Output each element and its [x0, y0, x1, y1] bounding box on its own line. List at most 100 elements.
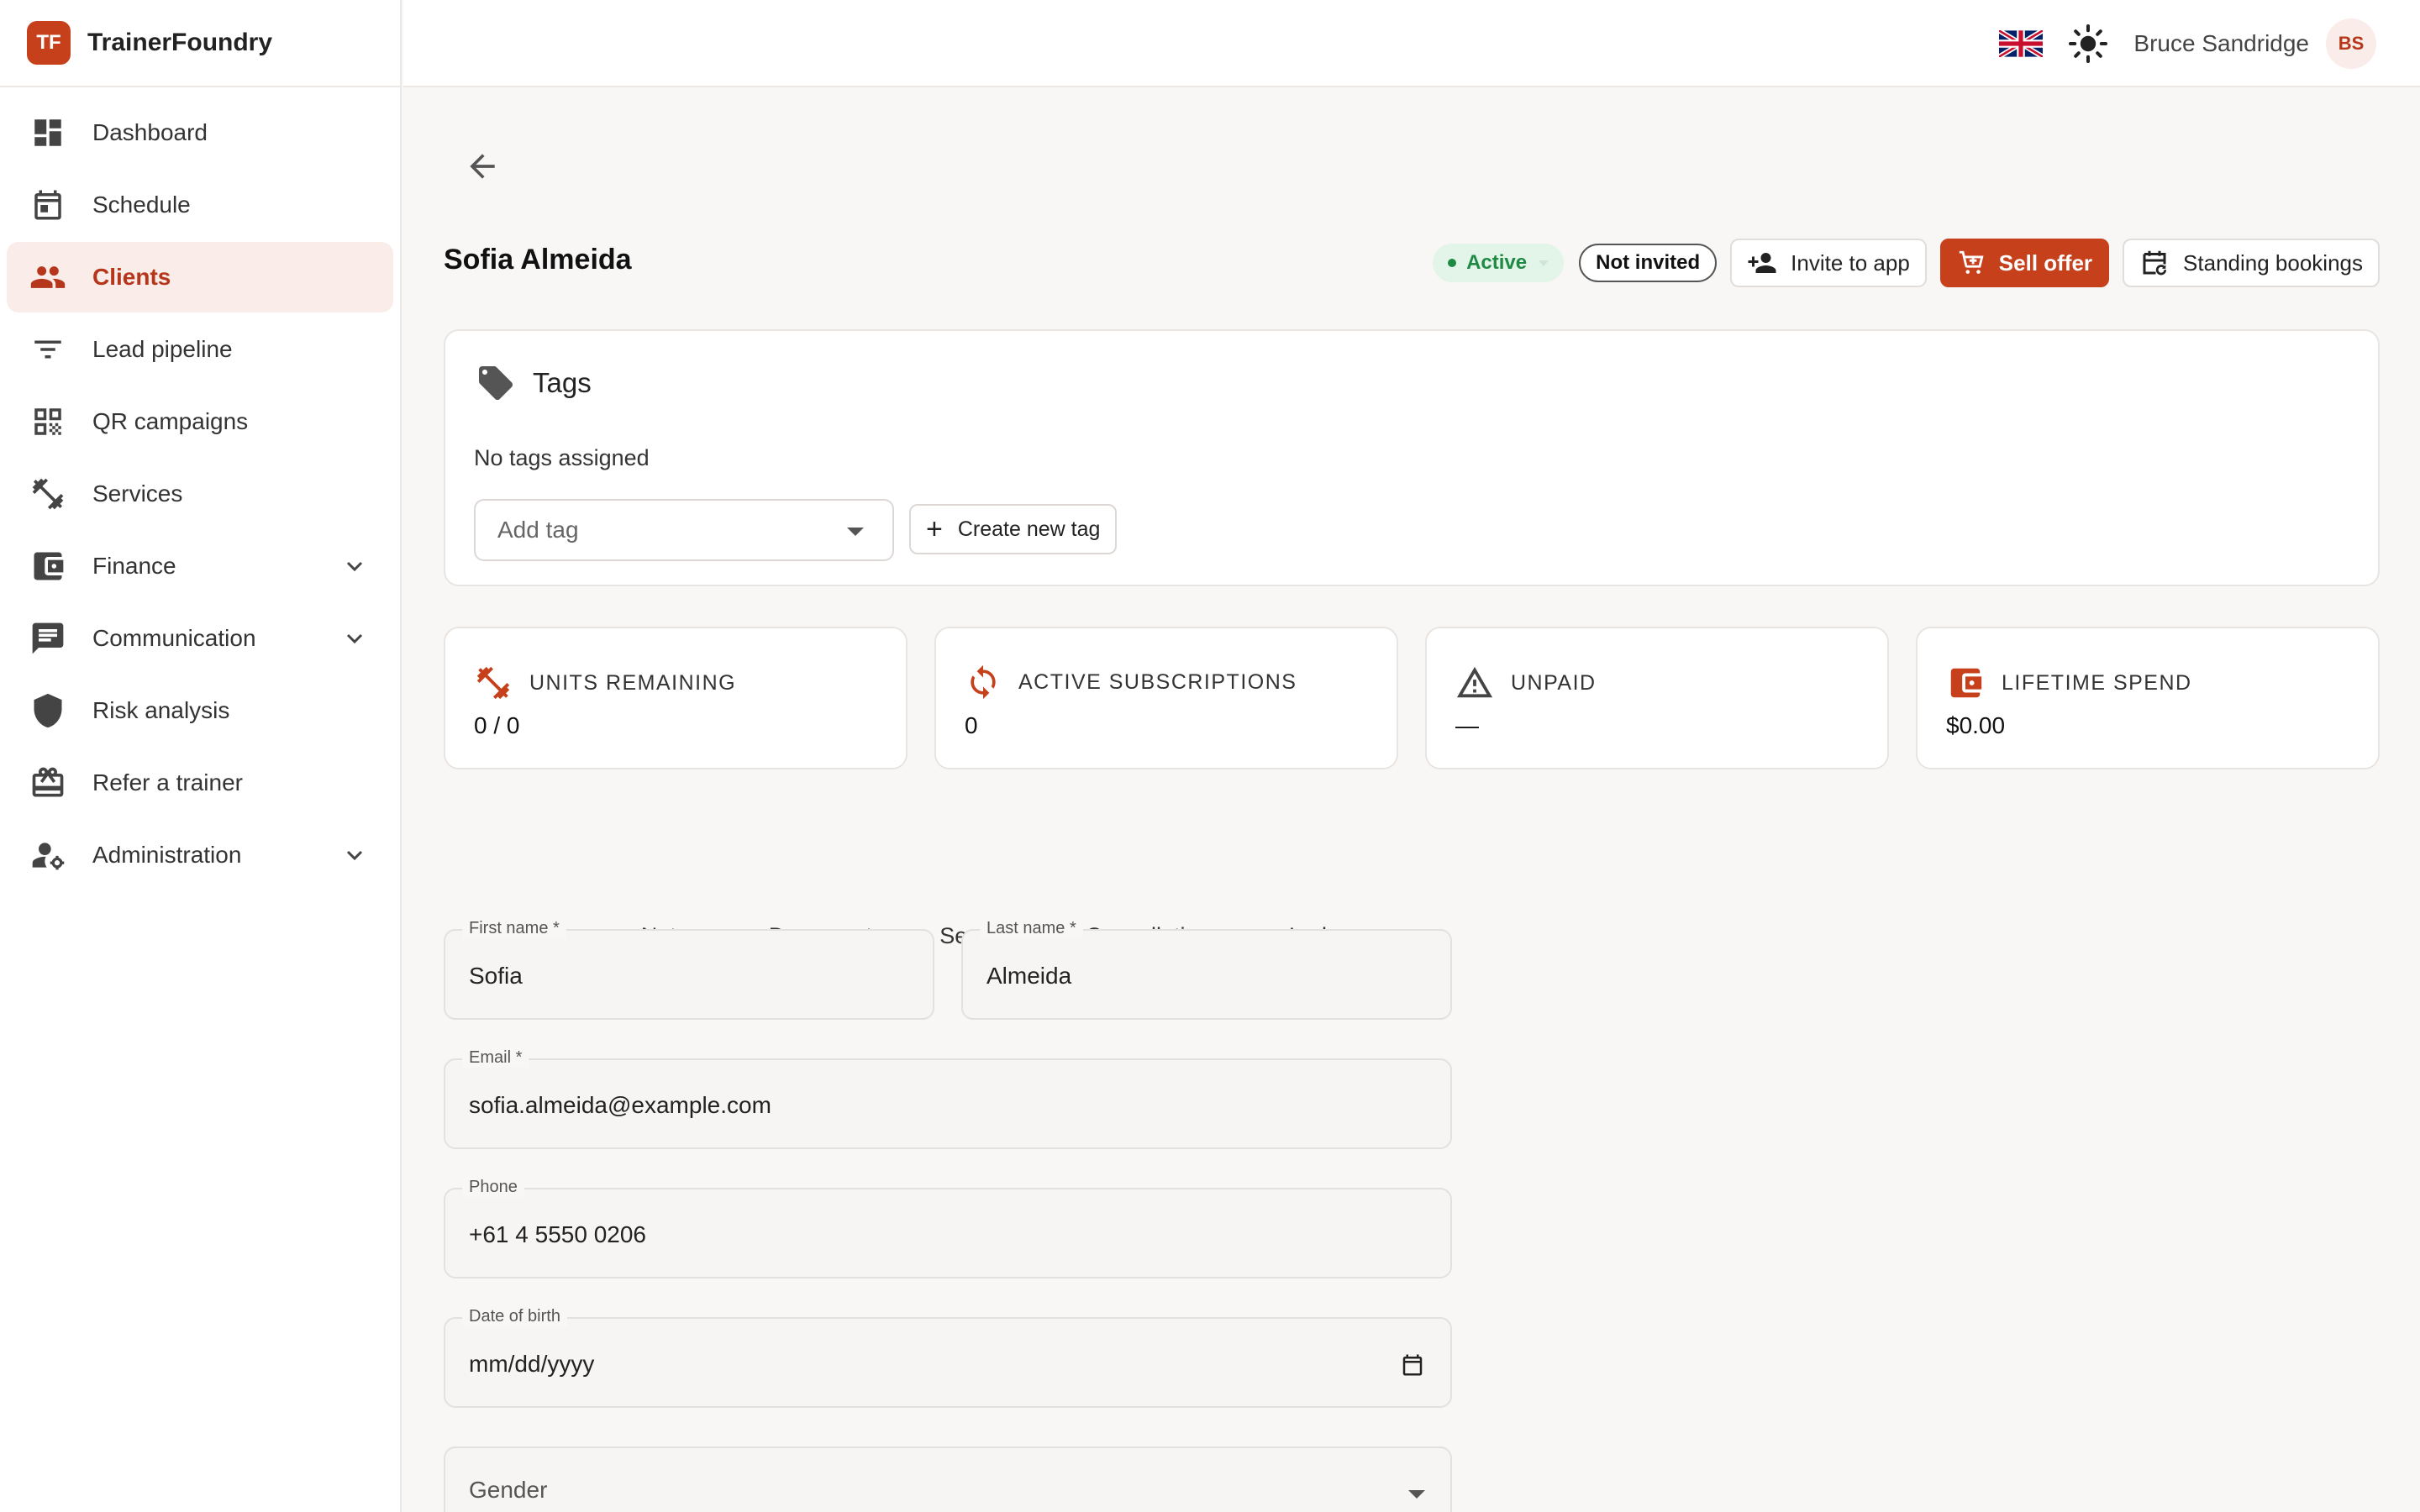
- standing-bookings-label: Standing bookings: [2183, 249, 2363, 276]
- sidebar-item-communication[interactable]: Communication: [7, 603, 393, 674]
- sidebar-item-lead-pipeline[interactable]: Lead pipeline: [7, 314, 393, 385]
- stat-label: UNITS REMAINING: [529, 670, 737, 695]
- sidebar-item-dashboard[interactable]: Dashboard: [7, 97, 393, 168]
- sidebar-item-risk-analysis[interactable]: Risk analysis: [7, 675, 393, 746]
- phone-field[interactable]: Phone +61 4 5550 0206: [444, 1178, 1452, 1278]
- stat-header: UNPAID: [1455, 664, 1597, 702]
- sidebar-item-qr-campaigns[interactable]: QR campaigns: [7, 386, 393, 457]
- sidebar: TF TrainerFoundry Dashboard Schedule Cli…: [0, 0, 402, 1512]
- standing-bookings-button[interactable]: Standing bookings: [2123, 239, 2380, 287]
- field-value: sofia.almeida@example.com: [469, 1092, 771, 1118]
- avatar[interactable]: BS: [2326, 18, 2376, 69]
- gift-icon: [29, 764, 67, 802]
- stat-header: UNITS REMAINING: [474, 664, 736, 702]
- gender-select[interactable]: Gender: [444, 1446, 1452, 1512]
- tags-empty-text: No tags assigned: [474, 445, 650, 470]
- field-value: mm/dd/yyyy: [469, 1351, 595, 1377]
- chevron-down-icon: [341, 842, 368, 874]
- wallet-icon: [1946, 664, 1985, 702]
- stat-label: LIFETIME SPEND: [2002, 670, 2192, 695]
- sidebar-nav: Dashboard Schedule Clients Lead pipeline…: [0, 87, 400, 900]
- sell-offer-label: Sell offer: [1998, 249, 2093, 276]
- dumbbell-icon: [29, 475, 67, 513]
- sidebar-item-label: QR campaigns: [92, 408, 249, 434]
- email-field[interactable]: Email * sofia.almeida@example.com: [444, 1048, 1452, 1149]
- field-label: Last name *: [980, 919, 1083, 938]
- people-icon: [29, 258, 67, 297]
- status-dot: [1448, 259, 1457, 267]
- back-button[interactable]: [459, 143, 506, 190]
- sidebar-item-label: Services: [92, 480, 183, 507]
- sidebar-item-label: Risk analysis: [92, 697, 230, 723]
- tags-heading: Tags: [476, 363, 592, 403]
- person-add-icon: [1747, 248, 1777, 278]
- stat-label: ACTIVE SUBSCRIPTIONS: [1018, 669, 1297, 694]
- uk-flag-icon[interactable]: [1999, 30, 2044, 57]
- stat-value: 0: [965, 712, 978, 738]
- sidebar-item-label: Administration: [92, 842, 242, 868]
- sidebar-item-administration[interactable]: Administration: [7, 820, 393, 890]
- stat-value: 0 / 0: [474, 712, 520, 738]
- sidebar-item-label: Dashboard: [92, 119, 208, 145]
- sidebar-item-label: Clients: [92, 264, 171, 290]
- sidebar-item-schedule[interactable]: Schedule: [7, 170, 393, 240]
- tag-icon: [476, 363, 516, 403]
- brand[interactable]: TF TrainerFoundry: [0, 0, 400, 87]
- stat-card-unpaid: UNPAID —: [1425, 627, 1889, 769]
- create-new-tag-button[interactable]: + Create new tag: [909, 504, 1118, 554]
- stat-card-units-remaining: UNITS REMAINING 0 / 0: [444, 627, 908, 769]
- field-value: Almeida: [986, 963, 1072, 989]
- create-new-tag-label: Create new tag: [957, 517, 1101, 541]
- field-value: +61 4 5550 0206: [469, 1221, 646, 1247]
- tags-card: Tags No tags assigned Add tag + Create n…: [444, 329, 2380, 586]
- invite-to-app-button[interactable]: Invite to app: [1730, 239, 1927, 287]
- gender-placeholder: Gender: [469, 1477, 548, 1503]
- sidebar-item-finance[interactable]: Finance: [7, 531, 393, 601]
- sidebar-item-label: Communication: [92, 625, 256, 651]
- plus-icon: +: [926, 513, 943, 545]
- client-actions: Active Not invited Invite to app Sell of…: [1418, 239, 2380, 287]
- stat-label: UNPAID: [1511, 670, 1597, 695]
- main-content: Sofia Almeida Active Not invited Invite …: [403, 87, 2420, 1512]
- warning-icon: [1455, 664, 1494, 702]
- stat-card-lifetime-spend: LIFETIME SPEND $0.00: [1916, 627, 2380, 769]
- field-label: First name *: [462, 919, 566, 938]
- brand-logo: TF: [27, 21, 71, 65]
- first-name-field[interactable]: First name * Sofia: [444, 919, 934, 1020]
- chevron-down-icon: [1539, 260, 1549, 266]
- sidebar-item-label: Refer a trainer: [92, 769, 243, 795]
- last-name-field[interactable]: Last name * Almeida: [961, 919, 1452, 1020]
- sidebar-item-label: Lead pipeline: [92, 336, 233, 362]
- sidebar-item-clients[interactable]: Clients: [7, 242, 393, 312]
- sun-icon[interactable]: [2068, 24, 2108, 64]
- user-name[interactable]: Bruce Sandridge: [2133, 30, 2309, 57]
- page-title: Sofia Almeida: [444, 244, 632, 276]
- add-tag-select[interactable]: Add tag: [474, 499, 894, 561]
- chevron-down-icon: [341, 553, 368, 585]
- stat-card-active-subscriptions: ACTIVE SUBSCRIPTIONS 0: [934, 627, 1398, 769]
- add-tag-placeholder: Add tag: [497, 517, 579, 543]
- sidebar-item-refer-a-trainer[interactable]: Refer a trainer: [7, 748, 393, 818]
- sell-offer-button[interactable]: Sell offer: [1939, 239, 2110, 287]
- stat-header: LIFETIME SPEND: [1946, 664, 2192, 702]
- dropdown-arrow-icon: [847, 528, 864, 536]
- invite-to-app-label: Invite to app: [1791, 249, 1910, 276]
- status-badge[interactable]: Active: [1433, 244, 1565, 282]
- calendar-icon[interactable]: [1400, 1352, 1425, 1382]
- dropdown-arrow-icon: [1408, 1490, 1425, 1499]
- chevron-down-icon: [341, 625, 368, 658]
- chat-icon: [29, 619, 67, 658]
- tags-title: Tags: [533, 367, 592, 398]
- field-label: Phone: [462, 1178, 524, 1197]
- status-label: Active: [1466, 251, 1528, 274]
- wallet-icon: [29, 547, 67, 585]
- topbar-right: Bruce Sandridge BS: [1999, 18, 2376, 69]
- filter-icon: [29, 330, 67, 369]
- arrow-left-icon: [464, 148, 501, 185]
- stat-value: —: [1455, 712, 1479, 738]
- date-of-birth-field[interactable]: Date of birth mm/dd/yyyy: [444, 1307, 1452, 1408]
- shield-icon: [29, 691, 67, 730]
- dumbbell-icon: [474, 664, 513, 702]
- topbar: Bruce Sandridge BS: [403, 0, 2420, 87]
- sidebar-item-services[interactable]: Services: [7, 459, 393, 529]
